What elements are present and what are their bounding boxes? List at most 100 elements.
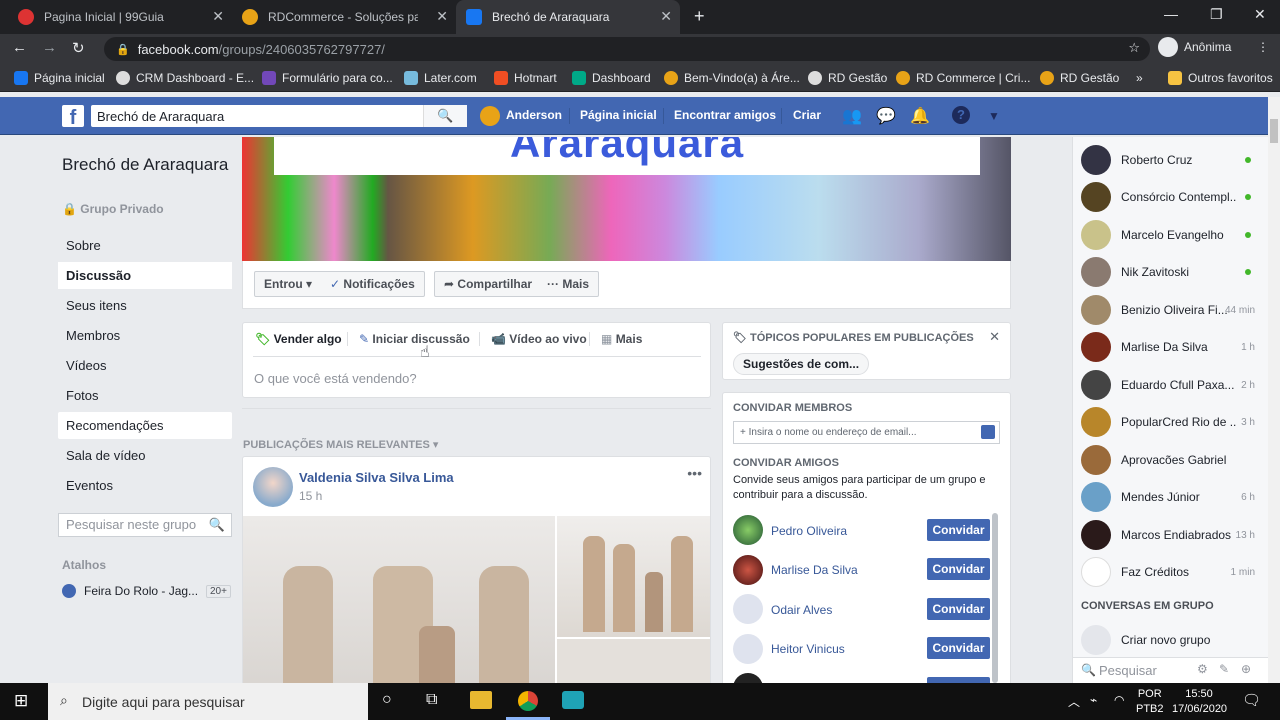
forward-icon[interactable]: → (42, 39, 57, 56)
nav-item-recommendations[interactable]: Recomendações (58, 412, 232, 439)
friend-name[interactable]: Pedro Oliveira (771, 524, 847, 538)
close-icon[interactable]: ✕ (989, 329, 1000, 345)
avatar[interactable] (733, 594, 763, 624)
tray-chevron-icon[interactable]: ︿ (1068, 693, 1080, 710)
chat-contact[interactable]: Marcelo Evangelho (1081, 220, 1259, 250)
chat-contact[interactable]: PopularCred Rio de ... 3 h (1081, 407, 1259, 437)
chat-contact[interactable]: Benizio Oliveira Fi... 44 min (1081, 295, 1259, 325)
post-author-link[interactable]: Valdenia Silva Silva Lima (299, 470, 454, 485)
friend-name[interactable]: Odair Alves (771, 603, 832, 617)
browser-tab-99guia[interactable]: Pagina Inicial | 99Guia ✕ (8, 0, 232, 34)
bookmark-item[interactable]: Later.com (404, 71, 477, 85)
bookmark-item[interactable]: Página inicial (14, 71, 105, 85)
chat-contact[interactable]: Eduardo Cfull Paxa... 2 h (1081, 370, 1259, 400)
file-explorer-icon[interactable] (470, 691, 492, 709)
share-button[interactable]: ➦ Compartilhar (434, 271, 543, 297)
post-timestamp[interactable]: 15 h (299, 489, 322, 503)
avatar[interactable] (480, 106, 500, 126)
new-tab-button[interactable]: + (694, 6, 705, 27)
shortcut-item[interactable]: Feira Do Rolo - Jag... 20+ (62, 584, 232, 598)
invite-button[interactable]: Convidar (927, 637, 990, 659)
chevron-down-icon[interactable]: ▼ (988, 109, 1000, 123)
avatar[interactable] (253, 467, 293, 507)
composer-input[interactable]: O que você está vendendo? (254, 371, 417, 386)
invite-button[interactable]: Convidar (927, 598, 990, 620)
bookmark-item[interactable]: Formulário para co... (262, 71, 393, 85)
profile-button[interactable]: Anônima (1158, 37, 1231, 57)
chat-contact[interactable]: Roberto Cruz (1081, 145, 1259, 175)
reload-icon[interactable]: ↻ (72, 39, 85, 57)
chat-contact[interactable]: Faz Créditos 1 min (1081, 557, 1259, 587)
post-menu-icon[interactable]: ••• (687, 465, 702, 481)
close-tab-icon[interactable]: ✕ (212, 8, 224, 25)
invite-button[interactable]: Convidar (927, 558, 990, 580)
nav-home-link[interactable]: Página inicial (580, 108, 657, 122)
restore-icon[interactable]: ❐ (1210, 6, 1223, 23)
bookmark-star-icon[interactable]: ☆ (1128, 40, 1140, 56)
close-tab-icon[interactable]: ✕ (436, 8, 448, 25)
chat-contact[interactable]: Nik Zavitoski (1081, 257, 1259, 287)
messenger-icon[interactable]: 💬 (876, 106, 896, 126)
chat-search-input[interactable]: 🔍 Pesquisar ⚙ ✎ ⊕ (1073, 657, 1269, 683)
chat-contact[interactable]: Mendes Júnior 6 h (1081, 482, 1259, 512)
close-tab-icon[interactable]: ✕ (660, 8, 672, 25)
more-button[interactable]: ··· Mais (538, 271, 600, 297)
nav-create-link[interactable]: Criar (793, 108, 821, 122)
nav-item-events[interactable]: Eventos (58, 472, 232, 499)
bookmark-item[interactable]: RD Gestão (808, 71, 887, 85)
friend-name[interactable]: Heitor Vinicus (771, 642, 845, 656)
post-photo-main[interactable] (243, 516, 555, 695)
avatar[interactable] (733, 555, 763, 585)
friend-requests-icon[interactable]: 👥 (842, 106, 862, 126)
nav-item-members[interactable]: Membros (58, 322, 232, 349)
nav-item-discussion-label[interactable]: Discussão (66, 268, 131, 283)
group-search-input[interactable]: Pesquisar neste grupo 🔍 (58, 513, 232, 537)
bookmark-item[interactable]: Bem-Vindo(a) à Áre... (664, 71, 800, 85)
group-title[interactable]: Brechó de Araraquara (62, 153, 232, 176)
bookmarks-more-button[interactable]: » (1136, 71, 1143, 85)
facebook-logo-icon[interactable]: f (62, 105, 84, 129)
nav-item-about[interactable]: Sobre (58, 232, 232, 259)
wifi-icon[interactable]: ◠ (1114, 693, 1124, 707)
friend-name[interactable]: Marlise Da Silva (771, 563, 858, 577)
taskbar-search-input[interactable]: ⌕ Digite aqui para pesquisar (48, 683, 368, 720)
invite-list-scrollbar[interactable] (992, 513, 998, 683)
back-icon[interactable]: ← (12, 39, 27, 56)
clock[interactable]: 15:50 17/06/2020 (1172, 687, 1227, 717)
menu-dots-icon[interactable]: ⋮ (1257, 40, 1269, 54)
nav-item-photos[interactable]: Fotos (58, 382, 232, 409)
feed-sort-dropdown[interactable]: PUBLICAÇÕES MAIS RELEVANTES ▾ (243, 438, 438, 451)
browser-tab-brecho[interactable]: Brechó de Araraquara ✕ (456, 0, 680, 34)
bookmark-item[interactable]: RD Gestão (1040, 71, 1119, 85)
other-favorites-folder[interactable]: Outros favoritos (1168, 71, 1273, 85)
nav-item-your-items[interactable]: Seus itens (58, 292, 232, 319)
search-icon[interactable]: 🔍 (423, 105, 467, 127)
language-indicator[interactable]: POR PTB2 (1136, 687, 1164, 717)
chat-contact[interactable]: Marlise Da Silva 1 h (1081, 332, 1259, 362)
notification-center-icon[interactable]: 🗨 (1242, 691, 1261, 709)
nav-item-videos[interactable]: Vídeos (58, 352, 232, 379)
minimize-icon[interactable]: — (1164, 6, 1178, 22)
avatar[interactable] (733, 515, 763, 545)
bookmark-item[interactable]: Dashboard (572, 71, 651, 85)
compose-icon[interactable]: ✎ (1219, 662, 1229, 676)
facebook-search-input[interactable]: Brechó de Araraquara 🔍 (91, 105, 467, 127)
bookmark-item[interactable]: CRM Dashboard - E... (116, 71, 254, 85)
start-discussion-tab[interactable]: ✎ Iniciar discussão (359, 332, 470, 346)
gear-icon[interactable]: ⚙ (1197, 662, 1208, 676)
joined-button[interactable]: Entrou ▾ (254, 271, 323, 297)
notifications-button[interactable]: ✓ Notificações (321, 271, 425, 297)
nav-find-friends-link[interactable]: Encontrar amigos (674, 108, 776, 122)
browser-tab-rdcommerce[interactable]: RDCommerce - Soluções para PME ✕ (232, 0, 456, 34)
page-scrollbar[interactable] (1268, 97, 1280, 683)
close-window-icon[interactable]: ✕ (1254, 6, 1266, 23)
cortana-icon[interactable]: ○ (382, 691, 392, 709)
bookmark-item[interactable]: Hotmart (494, 71, 557, 85)
profile-link[interactable]: Anderson (506, 108, 562, 122)
network-icon[interactable]: ⌁ (1090, 693, 1097, 707)
chrome-icon[interactable] (518, 691, 538, 711)
chat-contact[interactable]: Aprovacões Gabriel (1081, 445, 1259, 475)
post-photo-thumb[interactable] (557, 516, 710, 637)
nav-item-watch-party[interactable]: Sala de vídeo (58, 442, 232, 469)
url-input[interactable]: 🔒 facebook.com/groups/2406035762797727/ … (104, 37, 1150, 61)
